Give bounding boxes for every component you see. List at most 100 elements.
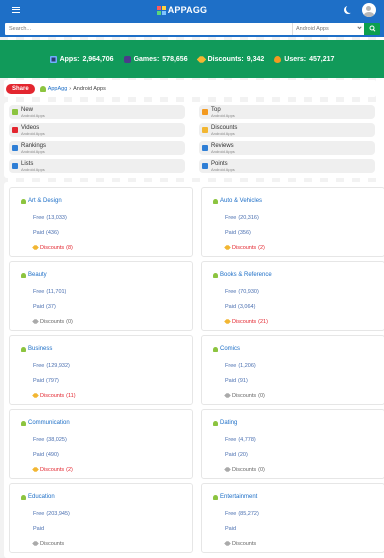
category-title[interactable]: Art & Design [21,198,192,204]
category-paid-link[interactable]: Paid (490) [21,447,192,462]
category-free-link[interactable]: Free (38,025) [21,432,192,447]
category-title[interactable]: Beauty [21,272,192,278]
category-card: Education Free (203,945) Paid Discounts [9,483,193,553]
nav-item-lists[interactable]: Lists Android Apps [9,159,185,173]
category-discounts-link[interactable]: Discounts (0) [213,462,384,477]
nav-item-title: Reviews [211,142,234,149]
logo-text: APPAGG [167,5,208,15]
category-title[interactable]: Business [21,346,192,352]
nav-item-subtitle: Android Apps [21,166,45,172]
reviews-icon [202,145,208,151]
discount-tag-icon [224,540,231,547]
category-paid-link[interactable]: Paid (37) [21,299,192,314]
search-input[interactable] [5,22,292,35]
discounts-icon [202,127,208,133]
stat-discounts[interactable]: Discounts: 9,342 [198,56,264,63]
flame-icon [274,55,282,63]
android-icon [213,494,218,500]
dark-mode-icon[interactable] [346,5,354,13]
category-free-link[interactable]: Free (11,701) [21,284,192,299]
category-discounts-link[interactable]: Discounts [213,536,384,551]
category-paid-link[interactable]: Paid (797) [21,373,192,388]
category-free-link[interactable]: Free (70,930) [213,284,384,299]
category-card: Beauty Free (11,701) Paid (37) Discounts (0… [9,261,193,331]
nav-item-subtitle: Android Apps [21,112,45,118]
points-icon [202,163,208,169]
category-discounts-link[interactable]: Discounts (0) [213,388,384,403]
category-card: Auto & Vehicles Free (20,316) Paid (356) Di… [201,187,384,257]
stat-games[interactable]: Games: 578,656 [123,55,188,63]
category-free-link[interactable]: Free (203,945) [21,506,192,521]
category-free-link[interactable]: Free (4,778) [213,432,384,447]
breadcrumb: Share AppAgg › Android Apps [4,80,376,97]
discount-tag-icon [32,540,39,547]
category-discounts-link[interactable]: Discounts (2) [213,240,384,255]
nav-item-subtitle: Android Apps [21,148,45,154]
search-button[interactable] [364,22,380,35]
category-paid-link[interactable]: Paid (356) [213,225,384,240]
nav-item-rankings[interactable]: Rankings Android Apps [9,141,185,155]
category-discounts-link[interactable]: Discounts (8) [21,240,192,255]
nav-item-title: Rankings [21,142,47,149]
category-paid-link[interactable]: Paid (436) [21,225,192,240]
nav-item-top[interactable]: Top Android Apps [199,105,375,119]
category-card: Comics Free (1,206) Paid (91) Discounts (0) [201,335,384,405]
category-free-link[interactable]: Free (1,206) [213,358,384,373]
category-paid-link[interactable]: Paid (20) [213,447,384,462]
category-discounts-link[interactable]: Discounts (11) [21,388,192,403]
search-scope-select[interactable]: Android Apps [292,22,364,35]
android-icon [213,346,218,352]
category-title[interactable]: Comics [213,346,384,352]
discount-tag-icon [224,318,231,325]
nav-item-videos[interactable]: Videos Android Apps [9,123,185,137]
nav-item-subtitle: Android Apps [21,130,45,136]
category-title[interactable]: Communication [21,420,192,426]
category-title[interactable]: Education [21,494,192,500]
videos-icon [12,127,18,133]
top-bar: APPAGG [0,0,384,20]
logo[interactable]: APPAGG [156,5,208,15]
breadcrumb-separator: › [69,85,72,92]
share-button[interactable]: Share [6,83,35,94]
nav-item-new[interactable]: New Android Apps [9,105,185,119]
games-icon [123,55,131,63]
user-avatar-icon[interactable] [361,3,376,17]
category-title[interactable]: Auto & Vehicles [213,198,384,204]
category-paid-link[interactable]: Paid (3,064) [213,299,384,314]
category-card: Books & Reference Free (70,930) Paid (3,06… [201,261,384,331]
discount-tag-icon [32,466,39,473]
stat-apps[interactable]: Apps: 2,964,706 [49,55,114,63]
category-paid-link[interactable]: Paid [213,521,384,536]
discount-tag-icon [224,244,231,251]
category-discounts-link[interactable]: Discounts [21,536,192,551]
category-card: Business Free (129,932) Paid (797) Discount… [9,335,193,405]
category-free-link[interactable]: Free (20,316) [213,210,384,225]
breadcrumb-current: Android Apps [73,85,106,92]
category-free-link[interactable]: Free (129,932) [21,358,192,373]
nav-item-discounts[interactable]: Discounts Android Apps [199,123,375,137]
nav-item-points[interactable]: Points Android Apps [199,159,375,173]
category-title[interactable]: Entertainment [213,494,384,500]
category-card: Entertainment Free (85,272) Paid Discounts [201,483,384,553]
category-paid-link[interactable]: Paid (91) [213,373,384,388]
nav-item-title: Videos [21,124,40,131]
category-free-link[interactable]: Free (13,033) [21,210,192,225]
nav-item-reviews[interactable]: Reviews Android Apps [199,141,375,155]
category-discounts-link[interactable]: Discounts (21) [213,314,384,329]
discount-tag-icon [32,318,39,325]
category-discounts-link[interactable]: Discounts (2) [21,462,192,477]
category-discounts-link[interactable]: Discounts (0) [21,314,192,329]
category-free-link[interactable]: Free (85,272) [213,506,384,521]
breadcrumb-home-link[interactable]: AppAgg [48,86,68,92]
nav-item-subtitle: Android Apps [211,130,235,136]
menu-icon[interactable] [12,7,20,13]
category-title[interactable]: Books & Reference [213,272,384,278]
search-bar: Android Apps [0,20,384,37]
breadcrumb-trail: AppAgg › Android Apps [39,85,106,92]
category-title[interactable]: Dating [213,420,384,426]
nav-item-subtitle: Android Apps [211,112,235,118]
stat-users[interactable]: Users: 457,217 [274,55,334,63]
rankings-icon [12,145,18,151]
new-icon [12,109,18,115]
category-paid-link[interactable]: Paid [21,521,192,536]
